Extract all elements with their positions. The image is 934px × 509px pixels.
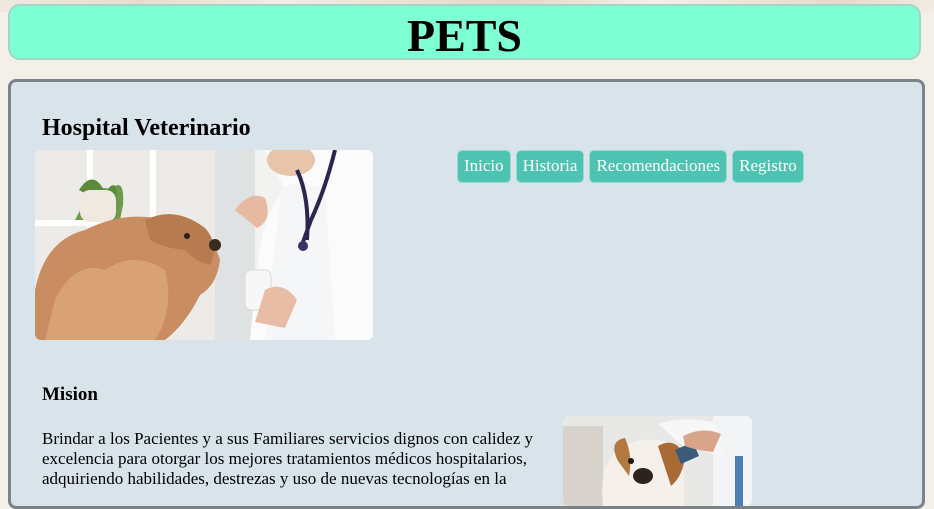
main-nav: Inicio Historia Recomendaciones Registro <box>457 150 804 183</box>
mision-heading: Mision <box>42 384 98 405</box>
vet-with-dog-image <box>35 150 373 340</box>
site-header: PETS <box>8 4 921 60</box>
page-title: Hospital Veterinario <box>42 115 251 141</box>
nav-link-inicio[interactable]: Inicio <box>457 150 511 183</box>
site-title: PETS <box>406 10 523 61</box>
nav-link-recomendaciones[interactable]: Recomendaciones <box>589 150 728 183</box>
mision-text: Brindar a los Pacientes y a sus Familiar… <box>42 429 533 488</box>
nav-link-historia[interactable]: Historia <box>515 150 585 183</box>
vet-with-dog-illustration <box>35 150 373 340</box>
nav-link-registro[interactable]: Registro <box>732 150 804 183</box>
main-panel: Hospital Veterinario Inicio Historia Rec… <box>8 79 925 509</box>
beagle-checkup-image <box>563 416 752 506</box>
beagle-checkup-illustration <box>563 416 752 506</box>
